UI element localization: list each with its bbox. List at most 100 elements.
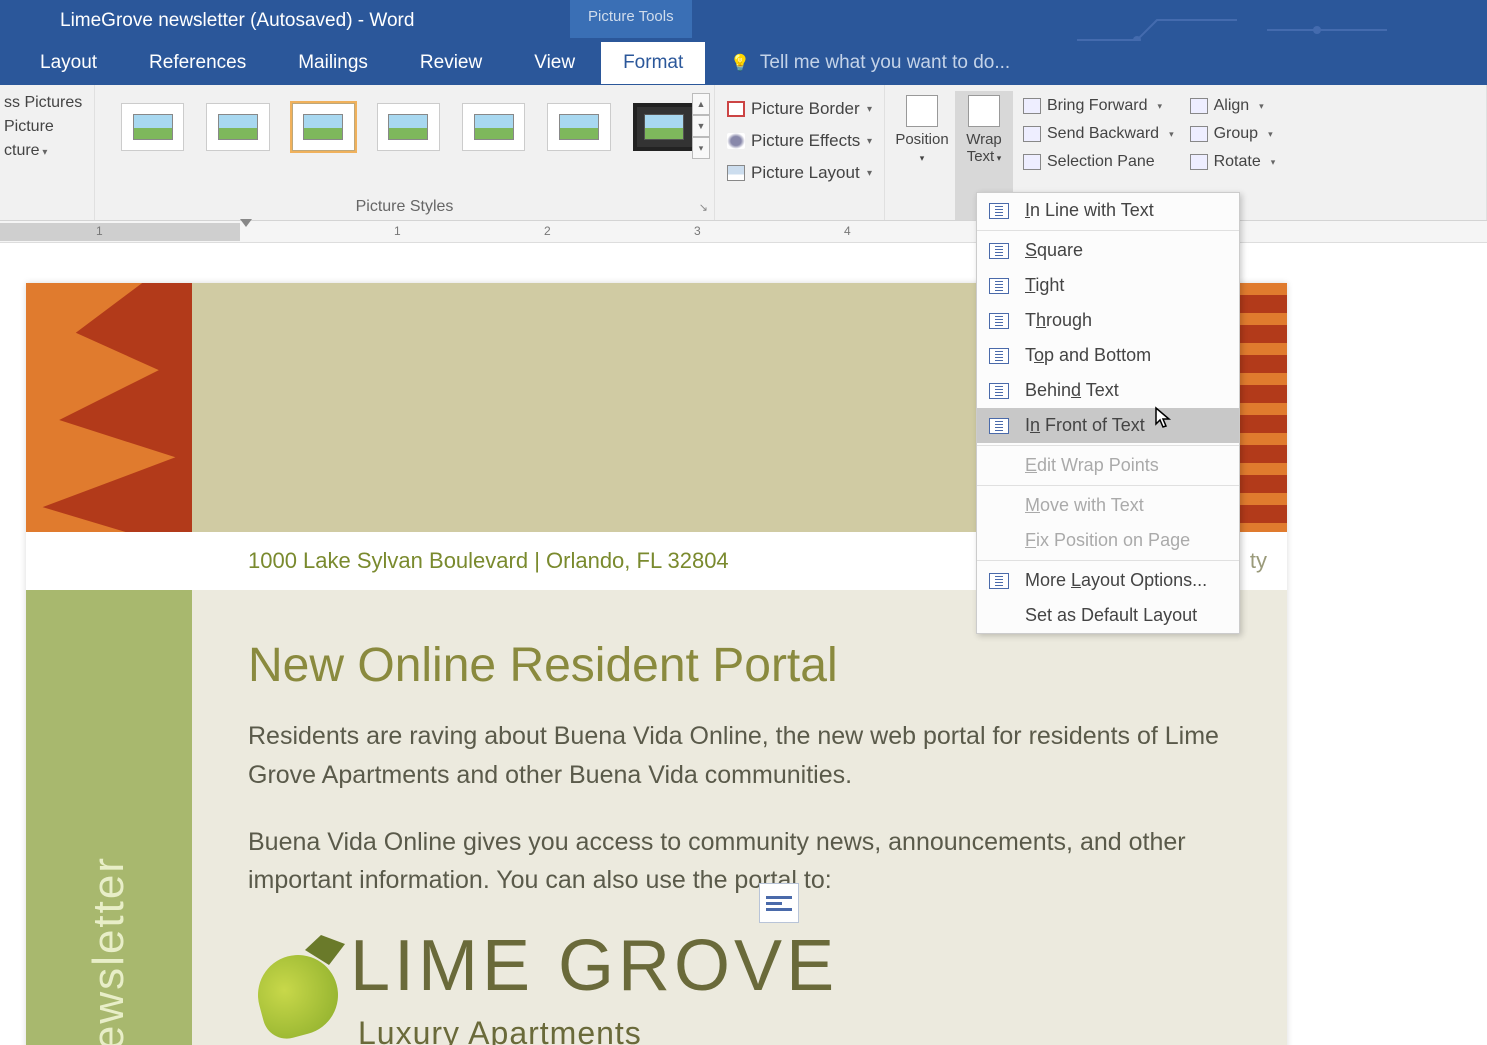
lightbulb-icon: 💡 [730, 53, 750, 73]
style-thumb-6[interactable] [547, 103, 610, 151]
tab-review[interactable]: Review [420, 42, 482, 84]
rotate-button[interactable]: Rotate [1184, 149, 1282, 175]
horizontal-ruler[interactable]: 1 1 2 3 4 [0, 221, 1487, 243]
reset-picture[interactable]: cture [0, 139, 86, 163]
style-thumb-1[interactable] [121, 103, 184, 151]
gallery-more[interactable]: ▾ [692, 137, 710, 159]
picture-tools-context-tab[interactable]: Picture Tools [570, 0, 692, 38]
blank-icon [989, 608, 1009, 624]
wrap-tight[interactable]: Tight [977, 268, 1239, 303]
gallery-scroll: ▲ ▼ ▾ [692, 93, 710, 159]
align-icon [1190, 98, 1208, 114]
wrap-behind-text[interactable]: Behind Text [977, 373, 1239, 408]
window-title: LimeGrove newsletter (Autosaved) - Word [60, 10, 414, 32]
header-right-pattern [1240, 283, 1287, 532]
address-text: 1000 Lake Sylvan Boulevard | Orlando, FL… [248, 548, 729, 574]
bring-forward-button[interactable]: Bring Forward [1017, 93, 1180, 119]
radio-icon [989, 533, 1009, 549]
styles-dialog-launcher[interactable]: ↘ [699, 201, 708, 214]
picture-styles-group: ▲ ▼ ▾ Picture Styles ↘ [95, 85, 715, 220]
wrap-text-dropdown: In Line with Text Square Tight Through T… [976, 192, 1240, 634]
wrap-set-default[interactable]: Set as Default Layout [977, 598, 1239, 633]
more-layout-icon [989, 573, 1009, 589]
rotate-icon [1190, 154, 1208, 170]
wrap-top-bottom[interactable]: Top and Bottom [977, 338, 1239, 373]
style-thumb-4[interactable] [377, 103, 440, 151]
main-content[interactable]: New Online Resident Portal Residents are… [192, 590, 1287, 1045]
wrap-edit-points: Edit Wrap Points [977, 448, 1239, 483]
tab-mailings[interactable]: Mailings [298, 42, 368, 84]
adjust-group: ss Pictures Picture cture [0, 85, 95, 220]
style-thumb-5[interactable] [462, 103, 525, 151]
wrap-through-icon [989, 313, 1009, 329]
selection-pane-button[interactable]: Selection Pane [1017, 149, 1180, 175]
wrap-more-layout-options[interactable]: More Layout Options... [977, 563, 1239, 598]
gallery-scroll-down[interactable]: ▼ [692, 115, 710, 137]
tab-references[interactable]: References [149, 42, 246, 84]
position-icon [906, 95, 938, 127]
content-band: ewsletter New Online Resident Portal Res… [26, 590, 1287, 1045]
article-heading: New Online Resident Portal [248, 638, 1231, 693]
dropdown-separator [977, 445, 1239, 446]
picture-layout-button[interactable]: Picture Layout [723, 157, 876, 189]
ruler-margin-left [0, 223, 240, 241]
send-backward-button[interactable]: Send Backward [1017, 121, 1180, 147]
bring-forward-icon [1023, 98, 1041, 114]
wrap-in-front-of-text[interactable]: In Front of Text [977, 408, 1239, 443]
wrap-text-icon [968, 95, 1000, 127]
border-icon [727, 101, 745, 117]
layout-options-float-button[interactable] [759, 883, 799, 923]
wrap-editpoints-icon [989, 458, 1009, 474]
wrap-square[interactable]: Square [977, 233, 1239, 268]
group-icon [1190, 126, 1208, 142]
address-right-partial: ty [1250, 548, 1287, 574]
wrap-inline-icon [989, 203, 1009, 219]
tab-layout[interactable]: Layout [40, 42, 97, 84]
gallery-scroll-up[interactable]: ▲ [692, 93, 710, 115]
header-left-pattern [26, 283, 192, 532]
dropdown-separator [977, 230, 1239, 231]
radio-icon [989, 498, 1009, 514]
change-picture[interactable]: Picture [0, 115, 86, 139]
group-button[interactable]: Group [1184, 121, 1282, 147]
ribbon-tabs: Layout References Mailings Review View F… [0, 41, 1487, 85]
wrap-fix-position: Fix Position on Page [977, 523, 1239, 558]
title-bar: LimeGrove newsletter (Autosaved) - Word … [0, 0, 1487, 41]
sidebar-text: ewsletter [84, 856, 134, 1045]
wrap-behind-icon [989, 383, 1009, 399]
position-button[interactable]: Position [893, 91, 951, 220]
layout-icon [727, 165, 745, 181]
wrap-tight-icon [989, 278, 1009, 294]
picture-border-button[interactable]: Picture Border [723, 93, 876, 125]
effects-icon [727, 133, 745, 149]
dropdown-separator [977, 485, 1239, 486]
header-mid [192, 283, 1038, 532]
style-thumb-2[interactable] [206, 103, 269, 151]
article-para-1: Residents are raving about Buena Vida On… [248, 717, 1231, 795]
document-area[interactable]: 1000 Lake Sylvan Boulevard | Orlando, FL… [0, 243, 1487, 1045]
wrap-inline[interactable]: In Line with Text [977, 193, 1239, 228]
wrap-topbottom-icon [989, 348, 1009, 364]
style-thumb-7[interactable] [633, 103, 696, 151]
tab-view[interactable]: View [534, 42, 575, 84]
compress-pictures[interactable]: ss Pictures [0, 91, 86, 115]
picture-effects-button[interactable]: Picture Effects [723, 125, 876, 157]
indent-marker[interactable] [240, 219, 252, 227]
article-para-2: Buena Vida Online gives you access to co… [248, 823, 1231, 901]
align-button[interactable]: Align [1184, 93, 1282, 119]
wrap-move-with-text: Move with Text [977, 488, 1239, 523]
wrap-infront-icon [989, 418, 1009, 434]
styles-gallery [103, 91, 706, 151]
wrap-through[interactable]: Through [977, 303, 1239, 338]
picture-fx-group: Picture Border Picture Effects Picture L… [715, 85, 885, 220]
dropdown-separator [977, 560, 1239, 561]
ribbon: ss Pictures Picture cture ▲ ▼ ▾ Picture … [0, 85, 1487, 221]
styles-group-label: Picture Styles [95, 198, 714, 216]
wrap-square-icon [989, 243, 1009, 259]
tell-me-placeholder: Tell me what you want to do... [760, 52, 1010, 74]
style-thumb-3-selected[interactable] [292, 103, 355, 151]
tell-me-search[interactable]: 💡 Tell me what you want to do... [730, 52, 1010, 74]
tab-format[interactable]: Format [601, 42, 705, 84]
selection-pane-icon [1023, 154, 1041, 170]
send-backward-icon [1023, 126, 1041, 142]
